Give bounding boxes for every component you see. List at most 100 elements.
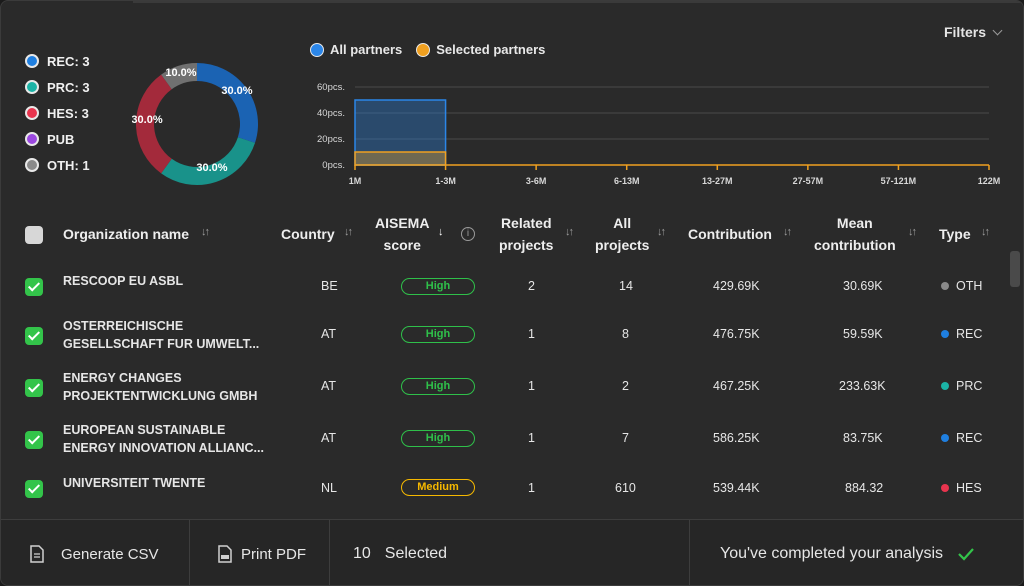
document-icon: [30, 545, 44, 563]
country-cell: AT: [321, 327, 337, 341]
score-badge: High: [401, 326, 475, 343]
type-cell: PRC: [956, 379, 983, 393]
org-name: OSTERREICHISCHE GESELLSCHAFT FUR UMWELT.…: [63, 317, 259, 353]
type-dot: [941, 382, 949, 390]
sort-icon[interactable]: ↓↑: [201, 226, 210, 238]
chevron-down-icon: [992, 25, 1003, 35]
pdf-icon: [218, 545, 232, 563]
legend-item-hes[interactable]: HES: 3: [25, 100, 90, 126]
row-checkbox[interactable]: [25, 327, 43, 345]
chart-legend: All partners Selected partners: [310, 42, 545, 57]
completion-label: You've completed your analysis: [720, 545, 944, 562]
table-row[interactable]: ENERGY CHANGES PROJEKTENTWICKLUNG GMBH A…: [1, 369, 1011, 409]
related-cell: 1: [528, 327, 535, 341]
table-row[interactable]: OSTERREICHISCHE GESELLSCHAFT FUR UMWELT.…: [1, 317, 1011, 357]
type-cell: REC: [956, 431, 983, 445]
all-partners-dot: [310, 42, 324, 57]
row-checkbox[interactable]: [25, 278, 43, 296]
sort-icon[interactable]: ↓↑: [657, 226, 666, 238]
header-country[interactable]: Country: [281, 223, 335, 245]
x-tick-label: 27-57M: [793, 176, 824, 186]
generate-csv-button[interactable]: Generate CSV: [29, 520, 159, 585]
sort-icon[interactable]: ↓↑: [344, 226, 353, 238]
y-tick-label: 60pcs.: [317, 82, 345, 93]
org-name-line1: EUROPEAN SUSTAINABLE: [63, 423, 226, 437]
row-checkbox[interactable]: [25, 379, 43, 397]
header-mean-contribution[interactable]: Mean contribution: [814, 212, 896, 256]
header-related-line2: projects: [499, 237, 554, 253]
prc-dot: [25, 80, 39, 94]
legend-all-partners[interactable]: All partners: [310, 42, 402, 57]
header-related-projects[interactable]: Related projects: [499, 212, 553, 256]
sort-icon[interactable]: ↓↑: [981, 226, 990, 238]
header-org[interactable]: Organization name: [63, 223, 189, 245]
top-divider: [133, 1, 1023, 3]
contribution-cell: 476.75K: [713, 327, 760, 341]
type-legend: REC: 3 PRC: 3 HES: 3 PUB OTH: 1: [25, 48, 90, 178]
legend-label: PRC: 3: [47, 79, 90, 95]
row-checkbox[interactable]: [25, 480, 43, 498]
legend-item-rec[interactable]: REC: 3: [25, 48, 90, 74]
org-name: EUROPEAN SUSTAINABLE ENERGY INNOVATION A…: [63, 421, 264, 457]
related-cell: 2: [528, 279, 535, 293]
sort-icon[interactable]: ↓↑: [565, 226, 574, 238]
y-tick-label: 0pcs.: [322, 160, 345, 171]
related-cell: 1: [528, 481, 535, 495]
footer-divider: [329, 520, 330, 585]
x-tick-label: 3-6M: [526, 176, 547, 186]
org-name-line1: UNIVERSITEIT TWENTE: [63, 476, 206, 490]
info-icon[interactable]: i: [461, 227, 475, 241]
header-type[interactable]: Type: [939, 223, 971, 245]
sort-icon[interactable]: ↓↑: [908, 226, 917, 238]
selected-count-value: 10: [353, 545, 371, 562]
filters-dropdown[interactable]: Filters: [943, 24, 1003, 40]
org-name-line1: ENERGY CHANGES: [63, 371, 182, 385]
donut-slice-rec[interactable]: [196, 63, 258, 143]
header-aisema[interactable]: AISEMA score: [375, 212, 429, 256]
sort-desc-icon[interactable]: ↓: [438, 226, 443, 238]
footer-divider: [689, 520, 690, 585]
table-scrollbar[interactable]: [1010, 251, 1020, 287]
table-row[interactable]: UNIVERSITEIT TWENTE NL Medium 1 610 539.…: [1, 473, 1011, 513]
donut-label-prc: 30.0%: [196, 162, 227, 174]
donut-label-rec: 30.0%: [221, 85, 252, 97]
contribution-cell: 429.69K: [713, 279, 760, 293]
print-pdf-button[interactable]: Print PDF: [217, 520, 307, 585]
x-tick-label: 57-121M: [881, 176, 917, 186]
org-name: RESCOOP EU ASBL: [63, 272, 183, 290]
country-cell: BE: [321, 279, 338, 293]
table-row[interactable]: RESCOOP EU ASBL BE High 2 14 429.69K 30.…: [1, 269, 1011, 309]
type-cell: HES: [956, 481, 982, 495]
y-tick-label: 20pcs.: [317, 134, 345, 145]
row-checkbox[interactable]: [25, 431, 43, 449]
header-all-projects[interactable]: All projects: [595, 212, 649, 256]
header-contribution[interactable]: Contribution: [688, 223, 772, 245]
sort-icon[interactable]: ↓↑: [783, 226, 792, 238]
filters-label: Filters: [943, 24, 986, 40]
legend-item-prc[interactable]: PRC: 3: [25, 74, 90, 100]
table-row[interactable]: EUROPEAN SUSTAINABLE ENERGY INNOVATION A…: [1, 421, 1011, 461]
legend-item-pub[interactable]: PUB: [25, 126, 90, 152]
mean-cell: 884.32: [845, 481, 884, 495]
select-all-checkbox[interactable]: [25, 226, 43, 244]
header-related-line1: Related: [500, 215, 552, 231]
footer-divider: [189, 520, 190, 585]
mean-cell: 83.75K: [843, 431, 883, 445]
x-tick-label: 1-3M: [435, 176, 456, 186]
legend-label: HES: 3: [47, 105, 89, 121]
score-badge: High: [401, 378, 475, 395]
legend-selected-partners[interactable]: Selected partners: [416, 42, 545, 57]
type-donut-chart: 30.0% 30.0% 30.0% 10.0%: [132, 63, 258, 185]
all-projects-cell: 8: [622, 327, 629, 341]
x-tick-label: 6-13M: [614, 176, 640, 186]
print-pdf-label: Print PDF: [241, 545, 307, 563]
donut-label-oth: 10.0%: [165, 67, 196, 79]
header-aisema-line1: AISEMA: [375, 215, 430, 231]
selected-partners-bar[interactable]: [354, 151, 447, 166]
type-dot: [941, 484, 949, 492]
contribution-distribution-chart: 1M 1-3M 3-6M 6-13M 13-27M 27-57M 57-121M 122M 6…: [317, 82, 1000, 186]
type-cell: OTH: [956, 279, 983, 293]
legend-item-oth[interactable]: OTH: 1: [25, 152, 90, 178]
type-dot: [941, 282, 949, 290]
all-partners-label: All partners: [330, 42, 403, 57]
